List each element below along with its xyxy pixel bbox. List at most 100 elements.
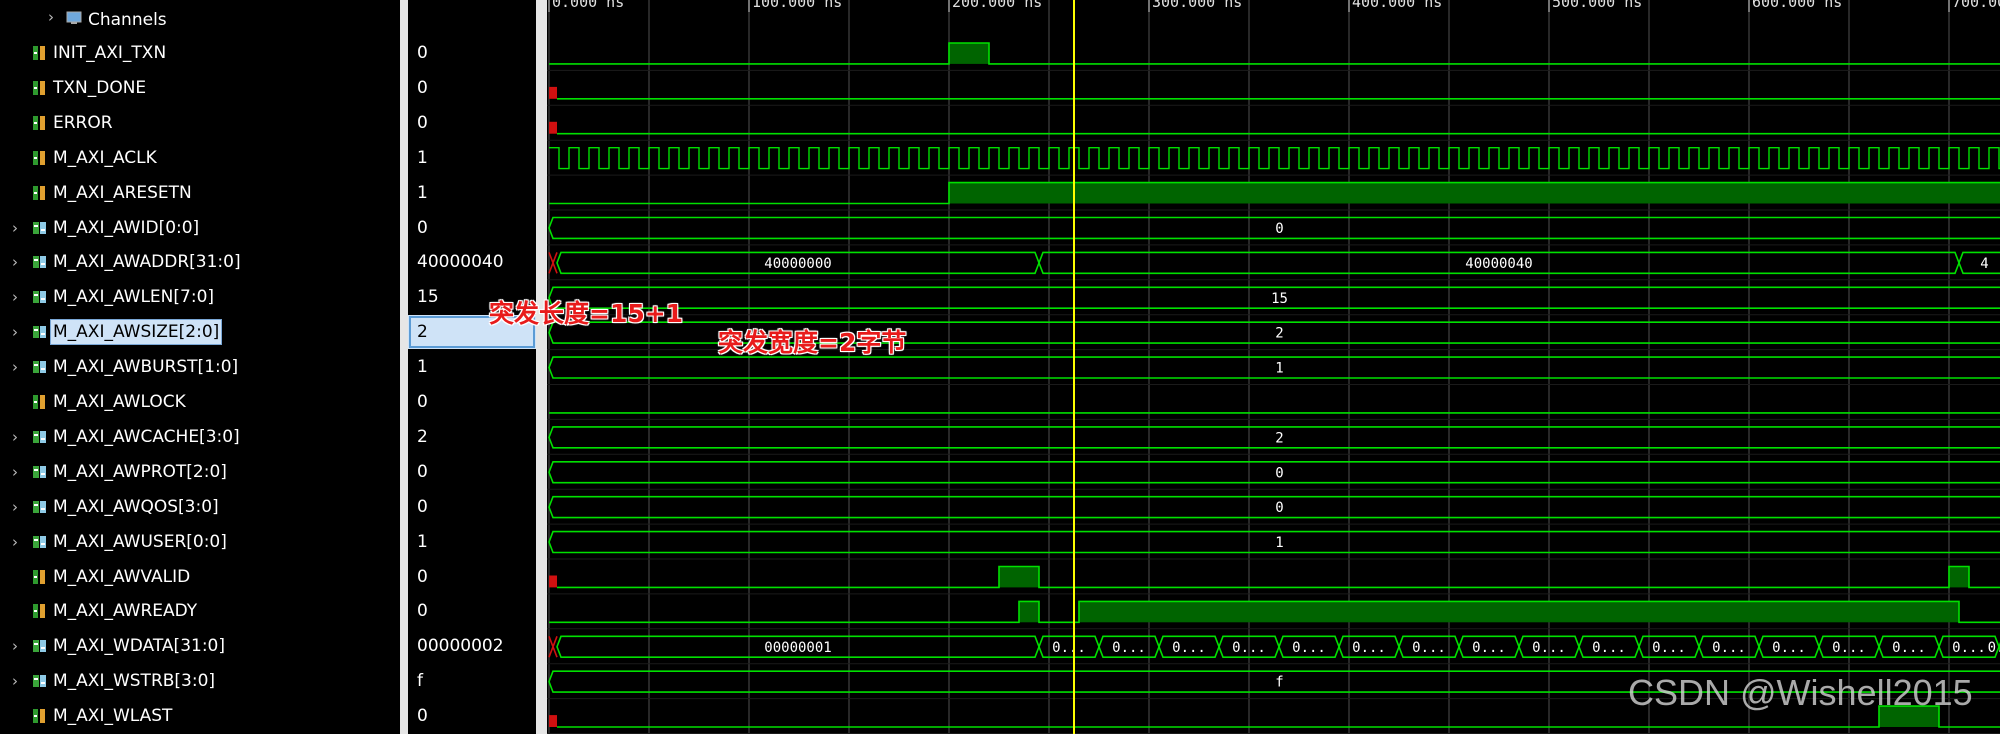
- signal-value-cell[interactable]: 0: [408, 490, 536, 524]
- chevron-right-icon[interactable]: ›: [48, 8, 60, 26]
- signal-value-cell[interactable]: f: [408, 664, 536, 698]
- bus-value-label: 0...: [1592, 640, 1626, 656]
- bus-value-label: 00000001: [764, 640, 831, 656]
- signal-row[interactable]: ERROR: [0, 106, 400, 140]
- signal-name: M_AXI_AWUSER[0:0]: [53, 531, 227, 552]
- signal-value-cell[interactable]: 1: [408, 176, 536, 210]
- chevron-right-icon[interactable]: ›: [12, 253, 24, 271]
- wave-high-fill: [1019, 601, 1039, 623]
- bus-signal-icon: [32, 323, 48, 341]
- chevron-right-icon[interactable]: ›: [12, 533, 24, 551]
- signal-value: 2: [417, 426, 428, 447]
- chevron-right-icon[interactable]: ›: [12, 288, 24, 306]
- bus-value-label: 0...: [1412, 640, 1446, 656]
- signal-value-cell[interactable]: 1: [408, 350, 536, 384]
- bus-value-label: 0...: [1772, 640, 1806, 656]
- bus-value-label: 40000000: [764, 256, 831, 272]
- signal-value: 0: [417, 217, 428, 238]
- bus-value-label: 0...: [1232, 640, 1266, 656]
- bus-value-label: 0...: [1832, 640, 1866, 656]
- signal-row[interactable]: › M_AXI_AWBURST[1:0]: [0, 350, 400, 384]
- signal-row[interactable]: M_AXI_AWVALID: [0, 560, 400, 594]
- signal-value-cell[interactable]: 0: [408, 71, 536, 105]
- waveform-panel[interactable]: 0.000 ns 100.000 ns 200.000 ns 300.000 ns 40…: [547, 0, 2000, 734]
- signal-row[interactable]: › M_AXI_AWSIZE[2:0]: [0, 315, 400, 349]
- signal-value: 0: [417, 601, 428, 622]
- signal-value-cell[interactable]: 1: [408, 525, 536, 559]
- signal-row[interactable]: › M_AXI_AWQOS[3:0]: [0, 490, 400, 524]
- chevron-right-icon[interactable]: ›: [12, 428, 24, 446]
- chevron-right-icon[interactable]: ›: [12, 219, 24, 237]
- signal-row[interactable]: › M_AXI_WSTRB[3:0]: [0, 664, 400, 698]
- signal-row[interactable]: M_AXI_ARESETN: [0, 176, 400, 210]
- wire-signal-icon: [32, 602, 48, 620]
- signal-name: M_AXI_ACLK: [53, 147, 157, 168]
- bus-value-label: 0...: [1712, 640, 1746, 656]
- panel-divider[interactable]: [536, 0, 547, 734]
- signal-value-cell[interactable]: 0: [408, 455, 536, 489]
- chevron-right-icon[interactable]: ›: [12, 463, 24, 481]
- bus-value-label: 1: [1275, 535, 1283, 551]
- signal-value-cell[interactable]: 0: [408, 699, 536, 733]
- wire-signal-icon: [32, 393, 48, 411]
- signal-value-cell[interactable]: 40000040: [408, 245, 536, 279]
- wave-high-fill: [999, 566, 1039, 588]
- chevron-right-icon[interactable]: ›: [12, 323, 24, 341]
- signal-value: 2: [417, 322, 428, 343]
- signal-row[interactable]: M_AXI_AWREADY: [0, 594, 400, 628]
- bus-signal-icon: [32, 288, 48, 306]
- signal-row[interactable]: INIT_AXI_TXN: [0, 36, 400, 70]
- ruler-tick-label: 600.000 ns: [1752, 0, 1842, 11]
- chevron-right-icon[interactable]: ›: [12, 637, 24, 655]
- annotation-burst-width: 突发宽度=2字节: [718, 328, 907, 357]
- panel-divider[interactable]: [400, 0, 408, 734]
- signal-row[interactable]: M_AXI_WLAST: [0, 699, 400, 733]
- x-state-marker: [549, 715, 557, 727]
- wave-trace: [557, 565, 2000, 589]
- signal-row[interactable]: › M_AXI_WDATA[31:0]: [0, 629, 400, 663]
- signal-value-cell[interactable]: 1: [408, 141, 536, 175]
- signal-value-cell[interactable]: 0: [408, 106, 536, 140]
- signal-value-cell[interactable]: 0: [408, 385, 536, 419]
- signal-row[interactable]: › M_AXI_AWUSER[0:0]: [0, 525, 400, 559]
- waveform-canvas[interactable]: 0.000 ns 100.000 ns 200.000 ns 300.000 ns 40…: [547, 0, 2000, 734]
- wave-high-fill: [949, 182, 2000, 204]
- signal-row[interactable]: M_AXI_AWLOCK: [0, 385, 400, 419]
- signal-value-cell[interactable]: 0: [408, 36, 536, 70]
- signal-value-cell[interactable]: 0: [408, 211, 536, 245]
- bus-value-label: 0: [1275, 500, 1283, 516]
- signal-row[interactable]: › M_AXI_AWADDR[31:0]: [0, 245, 400, 279]
- signal-name: M_AXI_AWADDR[31:0]: [53, 252, 241, 273]
- signal-name: M_AXI_AWID[0:0]: [53, 217, 200, 238]
- chevron-right-icon[interactable]: ›: [12, 672, 24, 690]
- signal-row[interactable]: TXN_DONE: [0, 71, 400, 105]
- signal-value-cell[interactable]: 0: [408, 560, 536, 594]
- signal-row[interactable]: M_AXI_ACLK: [0, 141, 400, 175]
- wire-signal-icon: [32, 707, 48, 725]
- signal-value-cell[interactable]: 2: [408, 420, 536, 454]
- signal-name: M_AXI_WSTRB[3:0]: [53, 671, 216, 692]
- signal-row[interactable]: › M_AXI_AWPROT[2:0]: [0, 455, 400, 489]
- x-state-marker: [548, 252, 558, 274]
- chevron-right-icon[interactable]: ›: [12, 358, 24, 376]
- wire-signal-icon: [32, 568, 48, 586]
- signal-value-panel: 0 0 0 1 1 0 40000040 15 2 1 0 2 0 0 1 0 0 00000002 f 0: [408, 0, 536, 734]
- signal-value-cell[interactable]: 0: [408, 594, 536, 628]
- x-state-marker: [549, 121, 557, 134]
- signal-value: f: [417, 671, 423, 692]
- signal-row[interactable]: › M_AXI_AWCACHE[3:0]: [0, 420, 400, 454]
- signal-name: M_AXI_AWREADY: [53, 601, 198, 622]
- signal-name: ERROR: [53, 112, 113, 133]
- bus-value-label: 0...: [1472, 640, 1506, 656]
- signal-row[interactable]: › M_AXI_AWLEN[7:0]: [0, 280, 400, 314]
- bus-value-label: 0...: [1112, 640, 1146, 656]
- group-row-channels[interactable]: › Channels: [0, 2, 400, 36]
- annotation-burst-length: 突发长度=15+1: [489, 299, 684, 328]
- bus-value-label: 0...: [1532, 640, 1566, 656]
- wire-signal-icon: [32, 184, 48, 202]
- chevron-right-icon[interactable]: ›: [12, 498, 24, 516]
- signal-value-cell[interactable]: 00000002: [408, 629, 536, 663]
- ruler-tick-label: 500.000 ns: [1552, 0, 1642, 11]
- x-state-marker: [549, 575, 557, 588]
- signal-row[interactable]: › M_AXI_AWID[0:0]: [0, 211, 400, 245]
